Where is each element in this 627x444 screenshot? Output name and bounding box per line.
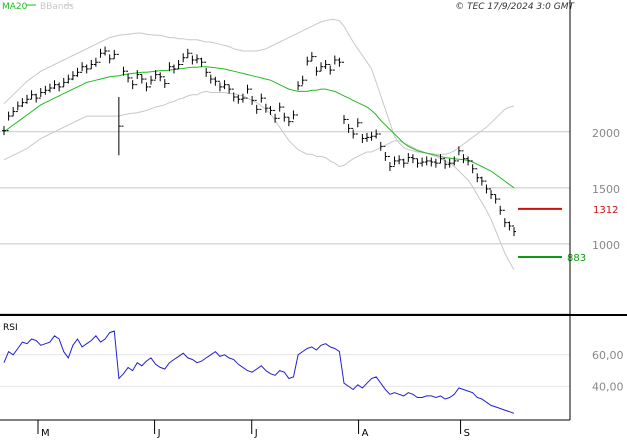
ma20-line — [3, 66, 515, 189]
copyright-text: © TEC 17/9/2024 3:0 GMT — [455, 2, 575, 12]
rsi-label: RSI — [3, 323, 18, 333]
chart-stage: 1000 1500 2000 40,00 60,00 1312 883 M J J A S MA2… — [0, 0, 627, 440]
rsi-tick-label: 40,00 — [592, 380, 624, 393]
grid-layer: 1000 1500 2000 40,00 60,00 — [0, 127, 624, 393]
rsi-panel — [3, 330, 515, 414]
frame-layer: MJJAS — [0, 0, 627, 439]
price-bars — [2, 46, 516, 237]
y-tick-label: 1000 — [592, 239, 620, 252]
x-tick-label: M — [41, 428, 50, 439]
x-tick-label: A — [362, 428, 369, 439]
x-tick-label: S — [464, 428, 470, 439]
rsi-line — [3, 330, 515, 414]
ma-legend-label: MA20 — [2, 2, 28, 12]
y-tick-label: 2000 — [592, 127, 620, 140]
x-tick-label: J — [254, 428, 258, 439]
bollinger-band-line — [3, 90, 515, 270]
y-tick-label: 1500 — [592, 183, 620, 196]
rsi-tick-label: 60,00 — [592, 349, 624, 362]
bollinger-bands — [3, 19, 515, 270]
bollinger-band-line — [3, 19, 515, 155]
bb-legend-label: BBands — [40, 2, 74, 12]
chart-canvas: 1000 1500 2000 40,00 60,00 1312883 M J J A S MA2… — [0, 0, 627, 439]
resistance-label: 1312 — [593, 205, 618, 216]
x-tick-label: J — [157, 428, 161, 439]
moving-average — [3, 66, 515, 189]
price-levels: 1312883 — [518, 205, 618, 264]
